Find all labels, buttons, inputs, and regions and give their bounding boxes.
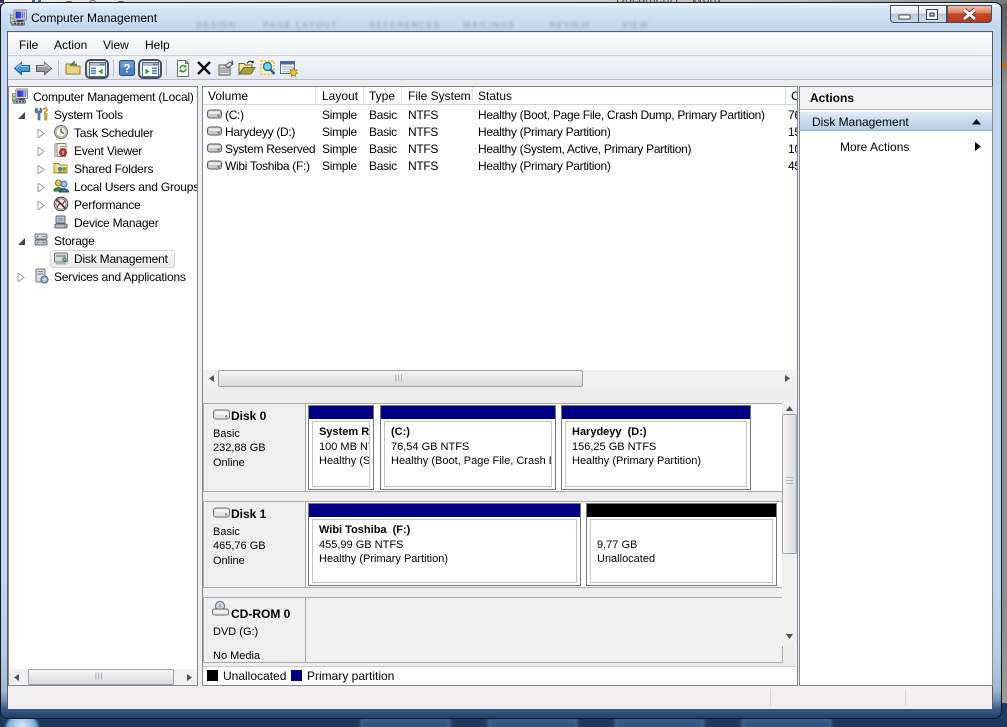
svg-text:?: ? [123, 62, 130, 76]
